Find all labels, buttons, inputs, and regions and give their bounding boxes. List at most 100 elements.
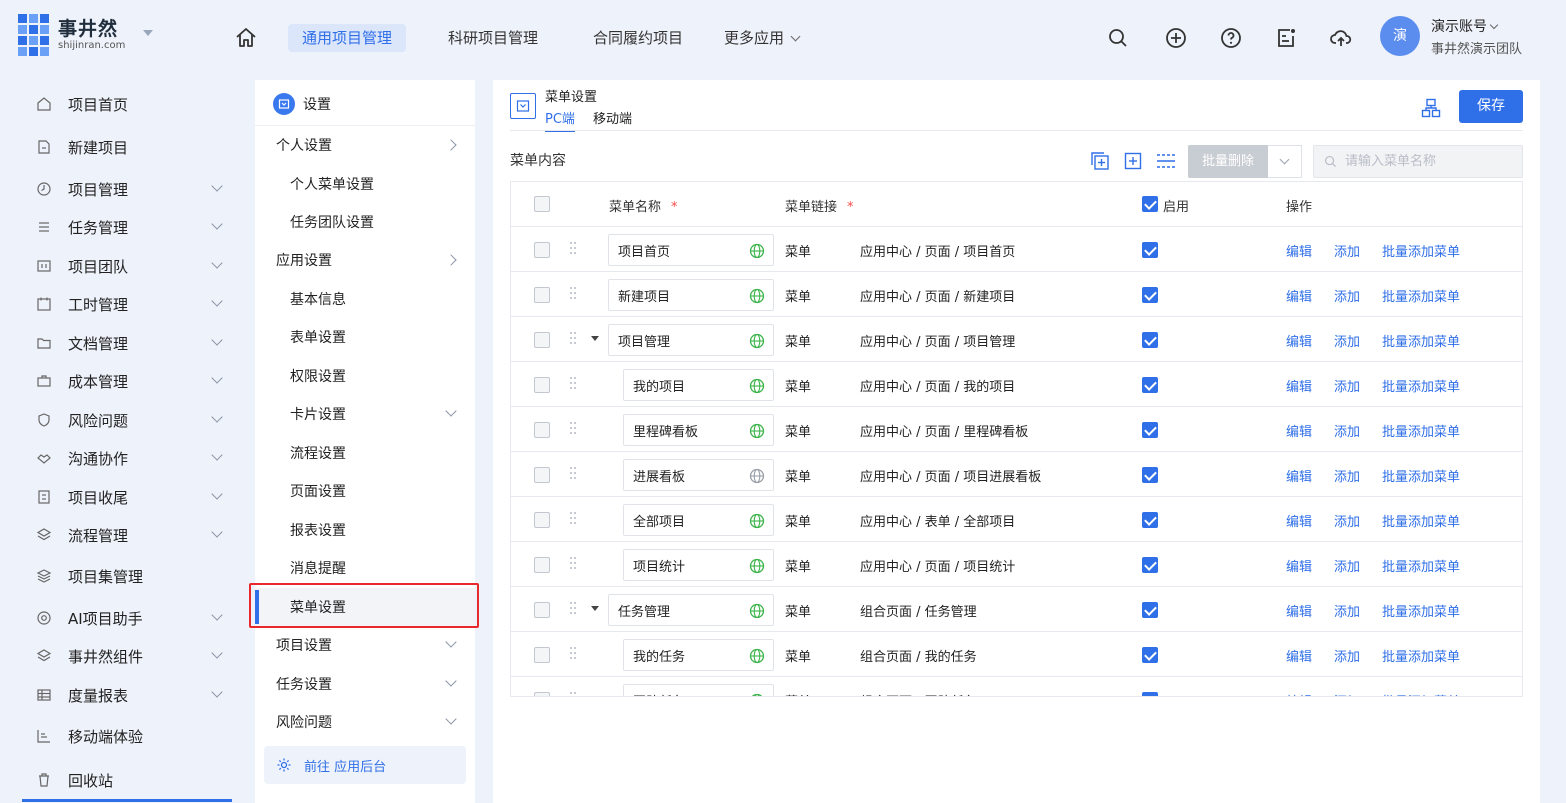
- search-input[interactable]: [1345, 154, 1515, 169]
- menu-link-path[interactable]: 组合页面 / 任务管理: [860, 601, 977, 620]
- add-link[interactable]: 添加: [1334, 421, 1360, 440]
- row-checkbox[interactable]: [534, 422, 550, 438]
- nav-more-apps[interactable]: 更多应用: [710, 24, 813, 52]
- globe-icon[interactable]: [749, 693, 765, 697]
- settings-item-notification[interactable]: 消息提醒: [255, 549, 475, 587]
- menu-name-field[interactable]: 我的任务: [623, 639, 774, 671]
- sidebar-item-mobile[interactable]: 移动端体验: [36, 721, 231, 751]
- help-icon[interactable]: [1219, 26, 1243, 50]
- row-checkbox[interactable]: [534, 512, 550, 528]
- sidebar-item-components[interactable]: 事井然组件: [36, 641, 231, 671]
- globe-icon[interactable]: [749, 423, 765, 439]
- enabled-checkbox[interactable]: [1142, 557, 1158, 573]
- drag-handle-icon[interactable]: [570, 602, 578, 616]
- batch-add-link[interactable]: 批量添加菜单: [1382, 511, 1460, 530]
- add-group-icon[interactable]: [1090, 151, 1110, 171]
- settings-item-permissions[interactable]: 权限设置: [255, 357, 475, 395]
- globe-icon[interactable]: [749, 558, 765, 574]
- tab-pc[interactable]: PC端: [545, 108, 575, 132]
- settings-item-report[interactable]: 报表设置: [255, 511, 475, 549]
- batch-dropdown-button[interactable]: [1268, 145, 1302, 178]
- enabled-checkbox[interactable]: [1142, 377, 1158, 393]
- globe-icon[interactable]: [749, 378, 765, 394]
- row-checkbox[interactable]: [534, 602, 550, 618]
- drag-handle-icon[interactable]: [570, 422, 578, 436]
- goto-app-backend-button[interactable]: 前往 应用后台: [264, 746, 466, 784]
- sidebar-item-collab[interactable]: 沟通协作: [36, 443, 231, 473]
- enabled-checkbox[interactable]: [1142, 242, 1158, 258]
- sidebar-item-program[interactable]: 项目集管理: [36, 561, 231, 591]
- batch-add-link[interactable]: 批量添加菜单: [1382, 691, 1460, 696]
- save-button[interactable]: 保存: [1459, 90, 1523, 123]
- menu-name-field[interactable]: 全部项目: [623, 504, 774, 536]
- menu-name-field[interactable]: 项目首页: [608, 234, 774, 266]
- menu-link-path[interactable]: 应用中心 / 页面 / 项目管理: [860, 331, 1015, 350]
- menu-name-field[interactable]: 任务管理: [608, 594, 774, 626]
- home-icon[interactable]: [234, 26, 258, 50]
- enable-all-checkbox[interactable]: [1142, 196, 1158, 212]
- settings-group-app[interactable]: 应用设置: [255, 241, 475, 279]
- edit-link[interactable]: 编辑: [1286, 466, 1312, 485]
- app-switch-caret-icon[interactable]: [143, 30, 153, 36]
- add-link[interactable]: 添加: [1334, 556, 1360, 575]
- settings-item-card[interactable]: 卡片设置: [255, 395, 475, 433]
- menu-name-field[interactable]: 我的项目: [623, 369, 774, 401]
- org-tree-icon[interactable]: [1421, 98, 1441, 118]
- sidebar-item-timesheet[interactable]: 工时管理: [36, 289, 231, 319]
- nav-research-project[interactable]: 科研项目管理: [434, 24, 552, 52]
- settings-item-basic-info[interactable]: 基本信息: [255, 280, 475, 318]
- add-item-icon[interactable]: [1123, 151, 1143, 171]
- menu-name-field[interactable]: 团队任务: [623, 684, 774, 697]
- expand-caret-icon[interactable]: [591, 606, 599, 611]
- settings-item-personal-menu[interactable]: 个人菜单设置: [255, 165, 475, 203]
- edit-link[interactable]: 编辑: [1286, 241, 1312, 260]
- enabled-checkbox[interactable]: [1142, 602, 1158, 618]
- drag-handle-icon[interactable]: [570, 377, 578, 391]
- menu-link-path[interactable]: 应用中心 / 页面 / 里程碑看板: [860, 421, 1028, 440]
- menu-link-path[interactable]: 应用中心 / 表单 / 全部项目: [860, 511, 1015, 530]
- batch-add-link[interactable]: 批量添加菜单: [1382, 376, 1460, 395]
- edit-link[interactable]: 编辑: [1286, 286, 1312, 305]
- expand-caret-icon[interactable]: [591, 336, 599, 341]
- batch-add-link[interactable]: 批量添加菜单: [1382, 556, 1460, 575]
- globe-icon[interactable]: [749, 603, 765, 619]
- batch-add-link[interactable]: 批量添加菜单: [1382, 466, 1460, 485]
- batch-add-link[interactable]: 批量添加菜单: [1382, 241, 1460, 260]
- menu-link-path[interactable]: 组合页面 / 团队任务: [860, 691, 977, 696]
- sidebar-item-closing[interactable]: 项目收尾: [36, 482, 231, 512]
- add-link[interactable]: 添加: [1334, 511, 1360, 530]
- nav-general-project[interactable]: 通用项目管理: [288, 24, 407, 52]
- menu-name-field[interactable]: 项目统计: [623, 549, 774, 581]
- sidebar-item-task-mgmt[interactable]: 任务管理: [36, 212, 231, 242]
- globe-icon[interactable]: [749, 288, 765, 304]
- globe-icon[interactable]: [749, 468, 765, 484]
- batch-delete-button[interactable]: 批量删除: [1188, 145, 1268, 178]
- sidebar-item-workflow[interactable]: 流程管理: [36, 520, 231, 550]
- sidebar-item-docs[interactable]: 文档管理: [36, 328, 231, 358]
- menu-name-field[interactable]: 里程碑看板: [623, 414, 774, 446]
- row-checkbox[interactable]: [534, 557, 550, 573]
- sidebar-item-ai-assistant[interactable]: AI项目助手: [36, 603, 231, 633]
- add-circle-icon[interactable]: [1164, 26, 1188, 50]
- settings-group-project[interactable]: 项目设置: [255, 626, 475, 664]
- batch-add-link[interactable]: 批量添加菜单: [1382, 421, 1460, 440]
- sidebar-item-metrics[interactable]: 度量报表: [36, 680, 231, 710]
- drag-handle-icon[interactable]: [570, 467, 578, 481]
- batch-add-link[interactable]: 批量添加菜单: [1382, 331, 1460, 350]
- menu-link-path[interactable]: 应用中心 / 页面 / 项目首页: [860, 241, 1015, 260]
- edit-link[interactable]: 编辑: [1286, 556, 1312, 575]
- row-checkbox[interactable]: [534, 467, 550, 483]
- user-menu[interactable]: 演示账号: [1431, 16, 1499, 36]
- settings-group-task[interactable]: 任务设置: [255, 665, 475, 703]
- row-checkbox[interactable]: [534, 692, 550, 696]
- drag-handle-icon[interactable]: [570, 512, 578, 526]
- search-icon[interactable]: [1106, 26, 1130, 50]
- brand-logo[interactable]: 事井然 shijinran.com: [18, 14, 125, 56]
- drag-handle-icon[interactable]: [570, 287, 578, 301]
- add-link[interactable]: 添加: [1334, 691, 1360, 696]
- enabled-checkbox[interactable]: [1142, 287, 1158, 303]
- menu-name-field[interactable]: 项目管理: [608, 324, 774, 356]
- settings-group-risk[interactable]: 风险问题: [255, 703, 475, 741]
- avatar[interactable]: 演: [1380, 16, 1420, 56]
- batch-add-link[interactable]: 批量添加菜单: [1382, 646, 1460, 665]
